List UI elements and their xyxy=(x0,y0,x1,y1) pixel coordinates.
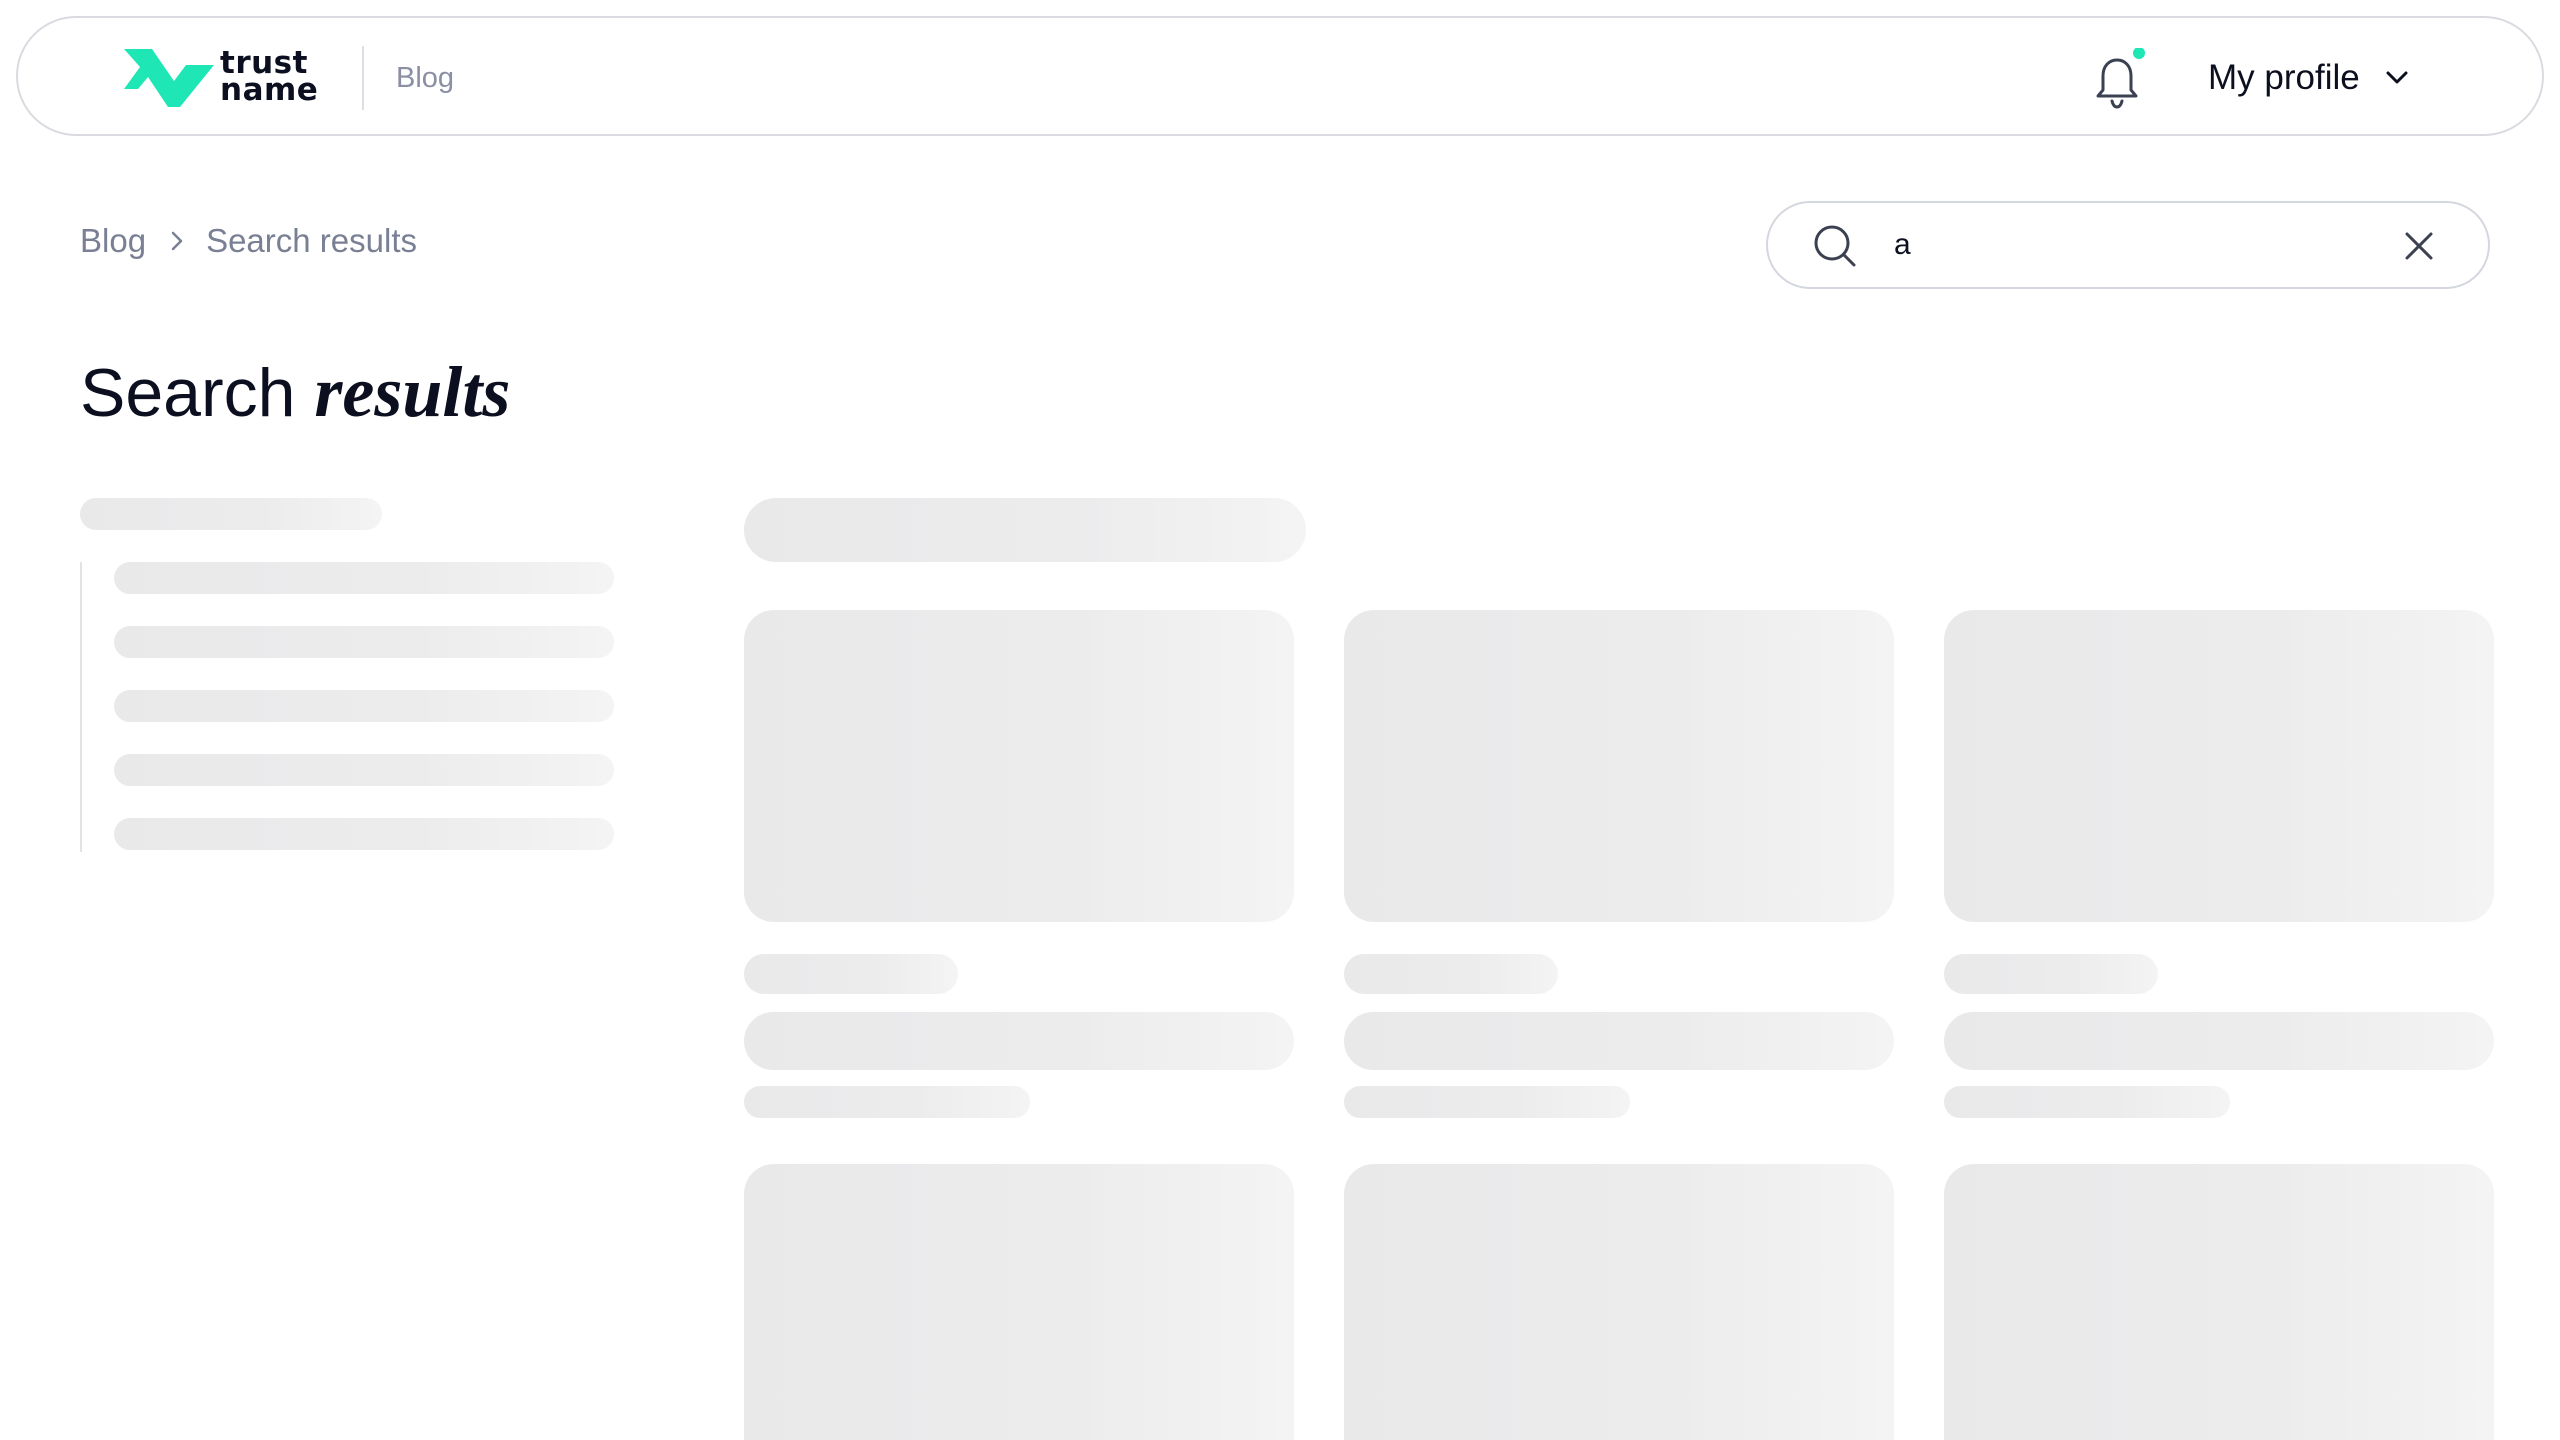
skeleton-sidebar-rail xyxy=(80,562,82,852)
skeleton-card-image xyxy=(744,1164,1294,1440)
breadcrumb: Blog Search results xyxy=(80,222,417,260)
breadcrumb-item-search-results: Search results xyxy=(206,222,417,259)
logo-mark-icon xyxy=(124,49,214,107)
page-title: Search results xyxy=(80,352,510,433)
skeleton-card-image xyxy=(1944,610,2494,922)
notification-dot xyxy=(2133,47,2145,59)
top-navigation-bar: trust name Blog My profile xyxy=(16,16,2544,136)
skeleton-sidebar-item xyxy=(114,562,614,594)
skeleton-card-image xyxy=(1344,610,1894,922)
my-profile-menu[interactable]: My profile xyxy=(2208,54,2408,102)
skeleton-card-meta xyxy=(744,1086,1030,1118)
page-title-italic: results xyxy=(314,352,511,432)
chevron-right-icon xyxy=(170,230,184,252)
skeleton-card-image xyxy=(1344,1164,1894,1440)
skeleton-card-tag xyxy=(744,954,958,994)
skeleton-card-image xyxy=(744,610,1294,922)
skeleton-card-meta xyxy=(1344,1086,1630,1118)
logo-divider xyxy=(362,46,364,110)
page-title-plain: Search xyxy=(80,355,315,431)
skeleton-sidebar-heading xyxy=(80,498,382,530)
breadcrumb-item-blog[interactable]: Blog xyxy=(80,222,146,260)
chevron-down-icon xyxy=(2386,71,2408,84)
skeleton-sidebar-item xyxy=(114,754,614,786)
skeleton-sidebar-item xyxy=(114,690,614,722)
skeleton-card-title xyxy=(1944,1012,2494,1070)
search-box xyxy=(1766,201,2490,289)
skeleton-card-title xyxy=(1344,1012,1894,1070)
logo-word-name: name xyxy=(220,72,319,108)
skeleton-card-tag xyxy=(1944,954,2158,994)
header-section-link-blog[interactable]: Blog xyxy=(396,58,454,98)
skeleton-sidebar-item xyxy=(114,818,614,850)
close-icon[interactable] xyxy=(2402,229,2436,263)
my-profile-label: My profile xyxy=(2208,58,2360,97)
skeleton-card-meta xyxy=(1944,1086,2230,1118)
skeleton-card-title xyxy=(744,1012,1294,1070)
notifications-button[interactable] xyxy=(2088,47,2148,112)
skeleton-sidebar-item xyxy=(114,626,614,658)
search-icon xyxy=(1814,225,1856,267)
logo-wordmark: trust name xyxy=(220,48,319,108)
bell-icon xyxy=(2096,47,2145,109)
skeleton-card-image xyxy=(1944,1164,2494,1440)
skeleton-card-tag xyxy=(1344,954,1558,994)
search-input[interactable] xyxy=(1892,221,2352,269)
skeleton-results-heading xyxy=(744,498,1306,562)
trustname-logo[interactable]: trust name xyxy=(122,36,318,118)
